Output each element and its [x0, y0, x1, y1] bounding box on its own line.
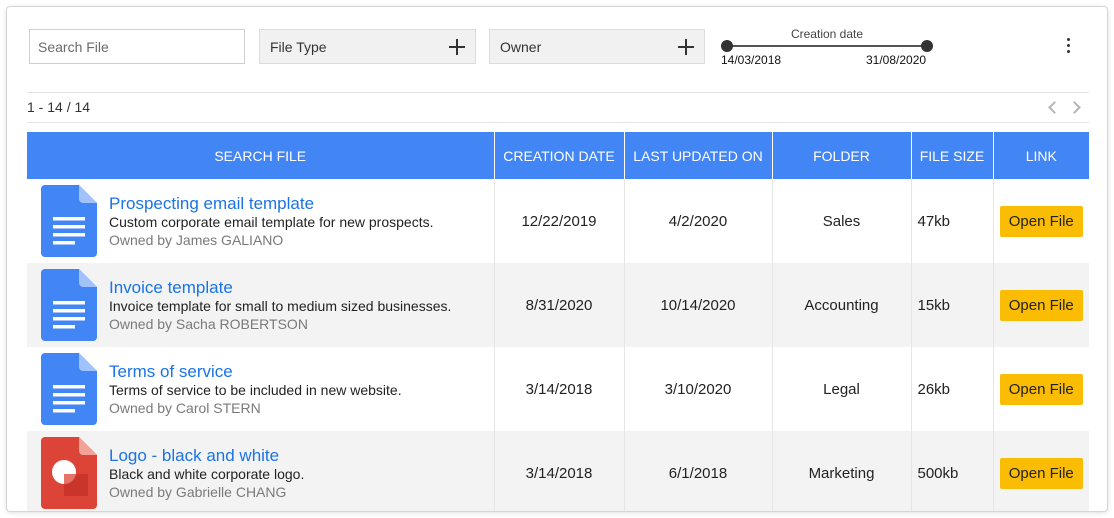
chevron-left-icon[interactable]	[1045, 100, 1059, 114]
google-drawings-icon	[41, 437, 97, 509]
pagination-range: 1 - 14 / 14	[27, 99, 91, 115]
file-title-link[interactable]: Invoice template	[109, 278, 451, 297]
open-file-button[interactable]: Open File	[999, 205, 1083, 237]
open-file-button[interactable]: Open File	[999, 457, 1083, 489]
date-start-value: 14/03/2018	[721, 53, 782, 67]
last-updated-cell: 4/2/2020	[624, 179, 773, 263]
folder-cell: Sales	[772, 179, 912, 263]
plus-icon	[678, 38, 694, 55]
folder-cell: Accounting	[772, 263, 912, 347]
table-row: Logo - black and white Black and white c…	[27, 431, 1089, 511]
file-cell: Prospecting email template Custom corpor…	[27, 179, 494, 263]
last-updated-cell: 6/1/2018	[624, 431, 773, 511]
creation-date-cell: 3/14/2018	[494, 347, 625, 431]
more-options-icon[interactable]	[1061, 36, 1077, 56]
file-type-filter-label: File Type	[270, 38, 327, 55]
file-search-panel: File Type Owner Creation date 14/03/2018…	[7, 7, 1107, 511]
file-size-cell: 47kb	[911, 179, 994, 263]
file-owner: Owned by Carol STERN	[109, 399, 261, 416]
table-row: Invoice template Invoice template for sm…	[27, 263, 1089, 347]
creation-date-cell: 12/22/2019	[494, 179, 625, 263]
creation-date-cell: 3/14/2018	[494, 431, 625, 511]
file-owner: Owned by Sacha ROBERTSON	[109, 315, 308, 332]
file-size-cell: 500kb	[911, 431, 994, 511]
file-cell: Terms of service Terms of service to be …	[27, 347, 494, 431]
plus-icon	[449, 38, 465, 55]
slider-track	[727, 45, 927, 47]
date-end-value: 31/08/2020	[866, 53, 927, 67]
file-title-link[interactable]: Terms of service	[109, 362, 402, 381]
open-file-button[interactable]: Open File	[999, 373, 1083, 405]
owner-filter-label: Owner	[500, 38, 542, 55]
file-owner: Owned by James GALIANO	[109, 231, 284, 248]
file-description: Black and white corporate logo.	[109, 465, 305, 482]
column-header-last-updated[interactable]: LAST UPDATED ON	[624, 132, 773, 179]
file-cell: Logo - black and white Black and white c…	[27, 431, 494, 511]
slider-start-handle[interactable]	[721, 40, 733, 52]
google-docs-icon	[41, 269, 97, 341]
file-description: Terms of service to be included in new w…	[109, 381, 402, 398]
file-size-cell: 26kb	[911, 347, 994, 431]
chevron-right-icon[interactable]	[1068, 100, 1082, 114]
file-title-link[interactable]: Prospecting email template	[109, 194, 433, 213]
column-header-file-size[interactable]: FILE SIZE	[911, 132, 994, 179]
divider	[27, 122, 1089, 123]
folder-cell: Marketing	[772, 431, 912, 511]
column-header-folder[interactable]: FOLDER	[772, 132, 912, 179]
creation-date-range-slider: Creation date 14/03/2018 31/08/2020	[721, 25, 941, 71]
column-header-creation-date[interactable]: CREATION DATE	[494, 132, 625, 179]
table-row: Prospecting email template Custom corpor…	[27, 179, 1089, 263]
search-file-input[interactable]	[29, 29, 245, 64]
files-table: SEARCH FILE CREATION DATE LAST UPDATED O…	[27, 132, 1089, 511]
table-header-row: SEARCH FILE CREATION DATE LAST UPDATED O…	[27, 132, 1089, 179]
creation-date-cell: 8/31/2020	[494, 263, 625, 347]
divider	[27, 92, 1089, 93]
google-docs-icon	[41, 185, 97, 257]
file-cell: Invoice template Invoice template for sm…	[27, 263, 494, 347]
table-row: Terms of service Terms of service to be …	[27, 347, 1089, 431]
file-type-filter[interactable]: File Type	[259, 29, 476, 64]
last-updated-cell: 3/10/2020	[624, 347, 773, 431]
creation-date-label: Creation date	[790, 27, 864, 41]
open-file-button[interactable]: Open File	[999, 289, 1083, 321]
file-title-link[interactable]: Logo - black and white	[109, 446, 304, 465]
column-header-link[interactable]: LINK	[993, 132, 1089, 179]
slider-end-handle[interactable]	[921, 40, 933, 52]
google-docs-icon	[41, 353, 97, 425]
column-header-search-file[interactable]: SEARCH FILE	[27, 132, 495, 179]
folder-cell: Legal	[772, 347, 912, 431]
file-owner: Owned by Gabrielle CHANG	[109, 483, 287, 500]
file-description: Custom corporate email template for new …	[109, 213, 434, 230]
owner-filter[interactable]: Owner	[489, 29, 705, 64]
file-size-cell: 15kb	[911, 263, 994, 347]
last-updated-cell: 10/14/2020	[624, 263, 773, 347]
file-description: Invoice template for small to medium siz…	[109, 297, 452, 314]
